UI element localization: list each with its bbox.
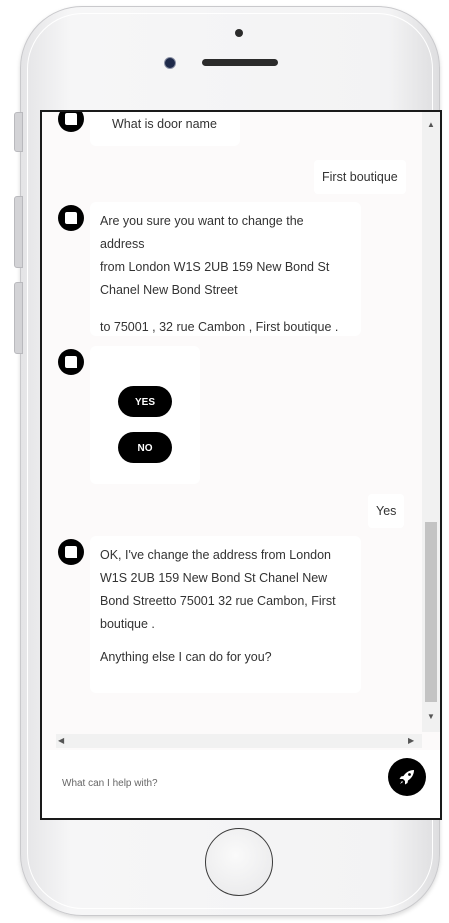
message-text: What is door name	[112, 117, 217, 131]
message-input[interactable]	[60, 762, 384, 804]
message-text: W1S 2UB 159 New Bond St Chanel New	[100, 571, 328, 585]
home-button[interactable]	[205, 828, 273, 896]
message-text: OK, I've change the address from London	[100, 548, 331, 562]
yes-button[interactable]: YES	[118, 386, 172, 417]
message-text: to 75001 , 32 rue Cambon , First boutiqu…	[100, 320, 339, 334]
message-text: Chanel New Bond Street	[100, 283, 238, 297]
chat-log: What is door name First boutique Are you…	[42, 112, 422, 732]
horizontal-scrollbar[interactable]: ◀ ▶	[56, 734, 422, 748]
message-text: Yes	[376, 504, 397, 518]
send-button[interactable]	[388, 758, 426, 796]
scroll-down-arrow-icon[interactable]: ▼	[427, 712, 435, 722]
volume-down-button	[14, 282, 23, 354]
message-text: boutique .	[100, 617, 155, 631]
bot-message: Are you sure you want to change the addr…	[90, 202, 361, 336]
mute-switch	[14, 112, 23, 152]
message-text: Are you sure you want to change the addr…	[100, 214, 304, 251]
bot-avatar-icon	[58, 349, 84, 375]
proximity-sensor	[235, 29, 243, 37]
message-text: First boutique	[322, 170, 398, 184]
volume-up-button	[14, 196, 23, 268]
phone-screen: What is door name First boutique Are you…	[40, 110, 442, 820]
no-button[interactable]: NO	[118, 432, 172, 463]
bot-message: What is door name	[90, 112, 240, 146]
bot-avatar-icon	[58, 539, 84, 565]
user-message: Yes	[368, 494, 405, 528]
scrollbar-thumb[interactable]	[425, 522, 437, 702]
scroll-right-arrow-icon[interactable]: ▶	[408, 736, 414, 746]
earpiece-speaker	[202, 59, 278, 66]
rocket-icon	[399, 770, 414, 785]
scroll-up-arrow-icon[interactable]: ▲	[427, 120, 435, 130]
bot-message: OK, I've change the address from London …	[90, 536, 361, 693]
message-composer	[42, 750, 440, 818]
message-text: from London W1S 2UB 159 New Bond St	[100, 260, 330, 274]
message-text: Bond Streetto 75001 32 rue Cambon, First	[100, 594, 336, 608]
message-text: Anything else I can do for you?	[100, 650, 272, 664]
front-camera	[164, 57, 176, 69]
bot-avatar-icon	[58, 205, 84, 231]
bot-avatar-icon	[58, 112, 84, 132]
vertical-scrollbar[interactable]: ▲ ▼	[422, 112, 440, 732]
scroll-left-arrow-icon[interactable]: ◀	[58, 736, 64, 746]
user-message: First boutique	[314, 160, 406, 194]
